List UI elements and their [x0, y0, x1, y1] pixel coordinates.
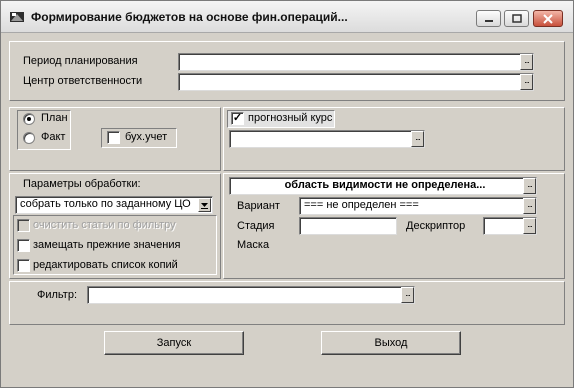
top-panel [9, 41, 565, 101]
dialog-window: Формирование бюджетов на основе фин.опер… [0, 0, 574, 388]
filter-label: Фильтр: [37, 289, 78, 301]
edit-copies-label: редактировать список копий [33, 259, 178, 271]
radio-fact[interactable] [23, 132, 35, 144]
radio-plan[interactable] [23, 113, 35, 125]
scope-header: область видимости не определена... [284, 179, 486, 191]
clear-articles-label: очистить статьи по фильтру [33, 219, 176, 231]
run-button[interactable]: Запуск [104, 331, 244, 355]
period-ellipsis-button[interactable]: ... [520, 54, 533, 70]
scope-ellipsis-button[interactable]: ... [523, 178, 536, 194]
scope-field[interactable]: область видимости не определена... ... [229, 177, 537, 195]
forecast-field[interactable]: ... [229, 130, 425, 148]
processing-select-value: собрать только по заданному ЦО [20, 198, 191, 210]
maximize-button[interactable] [504, 10, 529, 27]
forecast-checkbox[interactable]: ✓ [231, 112, 244, 125]
period-field[interactable]: ... [178, 53, 534, 71]
variant-label: Вариант [237, 200, 280, 212]
radio-plan-label: План [41, 112, 68, 124]
stage-label: Стадия [237, 220, 275, 232]
variant-ellipsis-button[interactable]: ... [523, 198, 536, 214]
descriptor-field[interactable]: ... [483, 217, 537, 235]
processing-label: Параметры обработки: [23, 178, 141, 190]
check-icon: ✓ [232, 112, 243, 124]
center-ellipsis-button[interactable]: ... [520, 74, 533, 90]
forecast-ellipsis-button[interactable]: ... [411, 131, 424, 147]
app-icon [10, 12, 24, 22]
replace-values-label: замещать прежние значения [33, 239, 181, 251]
radio-fact-label: Факт [41, 131, 66, 143]
clear-articles-checkbox[interactable] [17, 219, 30, 232]
replace-values-checkbox[interactable] [17, 239, 30, 252]
close-button[interactable] [533, 10, 563, 27]
radio-plan-dot [27, 117, 31, 121]
mask-label: Маска [237, 239, 270, 251]
variant-value: === не определен === [304, 199, 419, 211]
forecast-label: прогнозный курс [248, 112, 333, 124]
close-icon [543, 13, 553, 24]
edit-copies-checkbox[interactable] [17, 259, 30, 272]
variant-field[interactable]: === не определен === ... [299, 197, 537, 215]
title-bar[interactable]: Формирование бюджетов на основе фин.опер… [1, 1, 573, 33]
descriptor-label: Дескриптор [406, 220, 466, 232]
chevron-down-icon[interactable] [198, 198, 211, 212]
descriptor-ellipsis-button[interactable]: ... [523, 218, 536, 234]
minimize-button[interactable] [476, 10, 501, 27]
window-title: Формирование бюджетов на основе фин.опер… [31, 10, 348, 24]
filter-ellipsis-button[interactable]: ... [401, 287, 414, 303]
exit-button[interactable]: Выход [321, 331, 461, 355]
accounting-label: бух.учет [125, 131, 168, 143]
processing-select[interactable]: собрать только по заданному ЦО [15, 196, 213, 214]
filter-field[interactable]: ... [87, 286, 415, 304]
center-field[interactable]: ... [178, 73, 534, 91]
period-label: Период планирования [23, 55, 138, 67]
accounting-checkbox[interactable] [107, 131, 120, 144]
stage-field[interactable] [299, 217, 397, 235]
maximize-icon [511, 14, 522, 23]
minimize-icon [484, 19, 493, 22]
center-label: Центр ответственности [23, 75, 143, 87]
